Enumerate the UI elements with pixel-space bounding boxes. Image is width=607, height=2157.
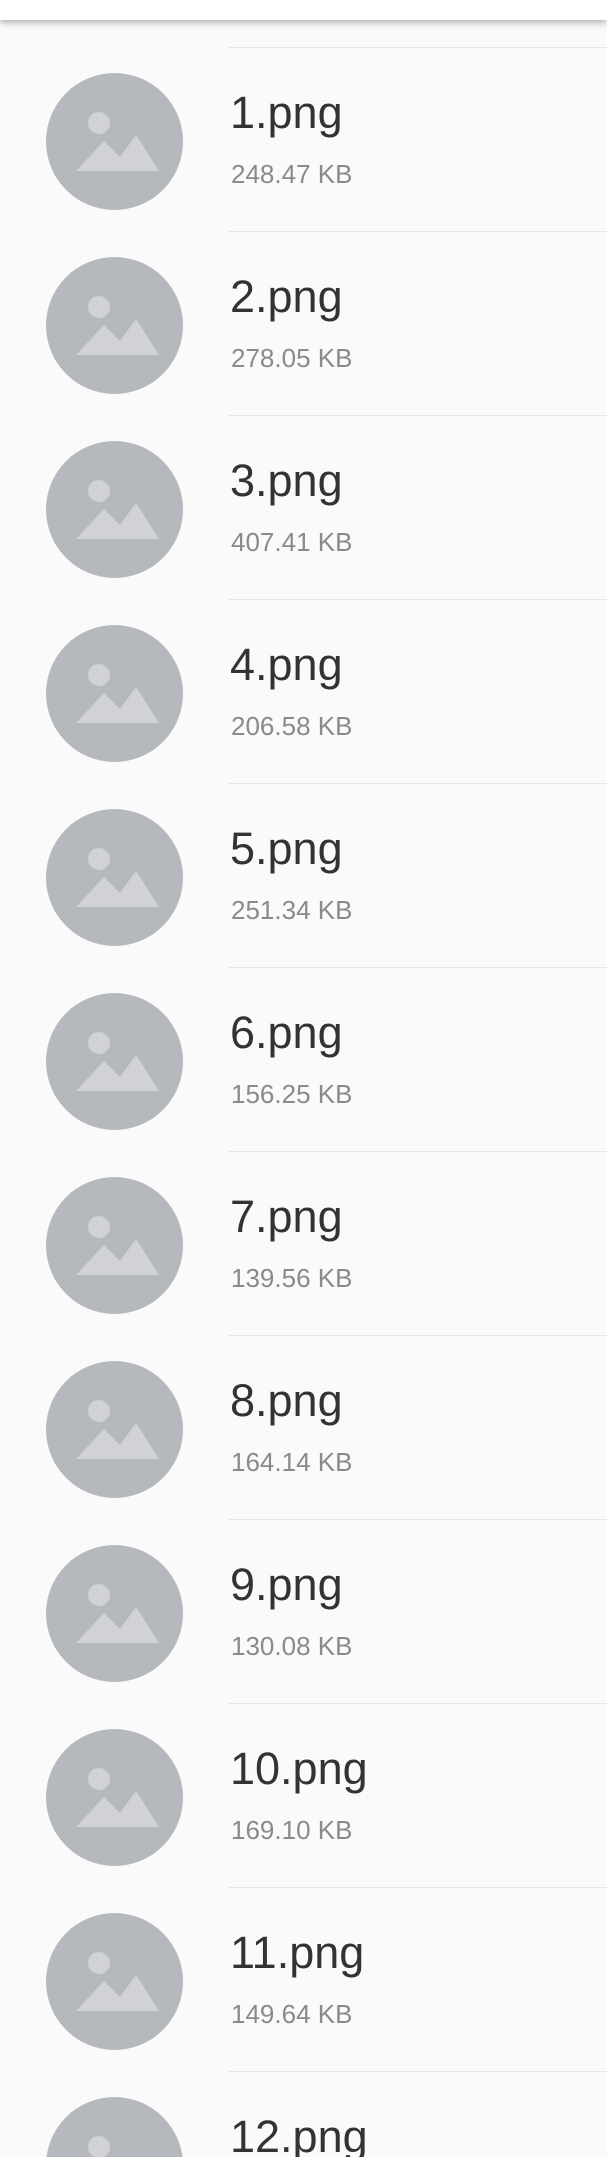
file-name: 10.png bbox=[230, 1743, 368, 1794]
file-size: 278.05 KB bbox=[231, 343, 353, 373]
file-row[interactable]: 4.png 206.58 KB bbox=[0, 600, 607, 784]
thumbnail-placeholder bbox=[46, 1913, 183, 2050]
image-placeholder-icon bbox=[88, 2136, 110, 2157]
file-name: 3.png bbox=[230, 455, 343, 506]
file-row[interactable]: 8.png 164.14 KB bbox=[0, 1336, 607, 1520]
file-row[interactable]: 3.png 407.41 KB bbox=[0, 416, 607, 600]
file-size: 139.56 KB bbox=[231, 1263, 353, 1293]
file-size: 130.08 KB bbox=[231, 1631, 353, 1661]
image-placeholder-icon bbox=[76, 1216, 159, 1275]
file-row[interactable]: 12.png bbox=[0, 2072, 607, 2157]
file-size: 206.58 KB bbox=[231, 711, 353, 741]
file-size: 169.10 KB bbox=[231, 1815, 353, 1845]
file-name: 4.png bbox=[230, 639, 343, 690]
file-name: 1.png bbox=[230, 87, 343, 138]
image-placeholder-icon bbox=[76, 1768, 159, 1827]
image-placeholder-icon bbox=[76, 112, 159, 171]
file-name: 8.png bbox=[230, 1375, 343, 1426]
file-size: 156.25 KB bbox=[231, 1079, 353, 1109]
thumbnail-placeholder bbox=[46, 1729, 183, 1866]
file-name: 12.png bbox=[230, 2111, 368, 2157]
file-size: 149.64 KB bbox=[231, 1999, 353, 2029]
thumbnail-placeholder bbox=[46, 1545, 183, 1682]
image-placeholder-icon bbox=[76, 1400, 159, 1459]
image-placeholder-icon bbox=[76, 664, 159, 723]
image-placeholder-icon bbox=[76, 1584, 159, 1643]
thumbnail-placeholder bbox=[46, 1361, 183, 1498]
file-size: 164.14 KB bbox=[231, 1447, 353, 1477]
thumbnail-placeholder bbox=[46, 1177, 183, 1314]
thumbnail-placeholder bbox=[46, 809, 183, 946]
file-row[interactable]: 6.png 156.25 KB bbox=[0, 968, 607, 1152]
thumbnail-placeholder bbox=[46, 257, 183, 394]
file-list: 1.png 248.47 KB 2.png 278.05 KB 3.png 40… bbox=[0, 48, 607, 2157]
image-placeholder-icon bbox=[76, 848, 159, 907]
file-name: 7.png bbox=[230, 1191, 343, 1242]
file-name: 11.png bbox=[230, 1927, 365, 1978]
thumbnail-placeholder bbox=[46, 73, 183, 210]
thumbnail-placeholder bbox=[46, 441, 183, 578]
thumbnail-placeholder bbox=[46, 993, 183, 1130]
image-placeholder-icon bbox=[76, 296, 159, 355]
file-list-screen: 1.png 248.47 KB 2.png 278.05 KB 3.png 40… bbox=[0, 0, 607, 2157]
thumbnail-placeholder bbox=[46, 625, 183, 762]
file-row[interactable]: 2.png 278.05 KB bbox=[0, 232, 607, 416]
file-size: 407.41 KB bbox=[231, 527, 353, 557]
file-row[interactable]: 10.png 169.10 KB bbox=[0, 1704, 607, 1888]
image-placeholder-icon bbox=[76, 480, 159, 539]
file-row[interactable]: 7.png 139.56 KB bbox=[0, 1152, 607, 1336]
thumbnail-placeholder bbox=[46, 2097, 183, 2157]
file-size: 251.34 KB bbox=[231, 895, 353, 925]
file-row[interactable]: 5.png 251.34 KB bbox=[0, 784, 607, 968]
file-name: 2.png bbox=[230, 271, 343, 322]
file-name: 9.png bbox=[230, 1559, 343, 1610]
file-row[interactable]: 9.png 130.08 KB bbox=[0, 1520, 607, 1704]
file-size: 248.47 KB bbox=[231, 159, 353, 189]
file-name: 6.png bbox=[230, 1007, 343, 1058]
top-bar bbox=[0, 0, 607, 20]
file-name: 5.png bbox=[230, 823, 343, 874]
image-placeholder-icon bbox=[76, 1032, 159, 1091]
file-row[interactable]: 11.png 149.64 KB bbox=[0, 1888, 607, 2072]
image-placeholder-icon bbox=[76, 1952, 159, 2011]
file-row[interactable]: 1.png 248.47 KB bbox=[0, 48, 607, 232]
